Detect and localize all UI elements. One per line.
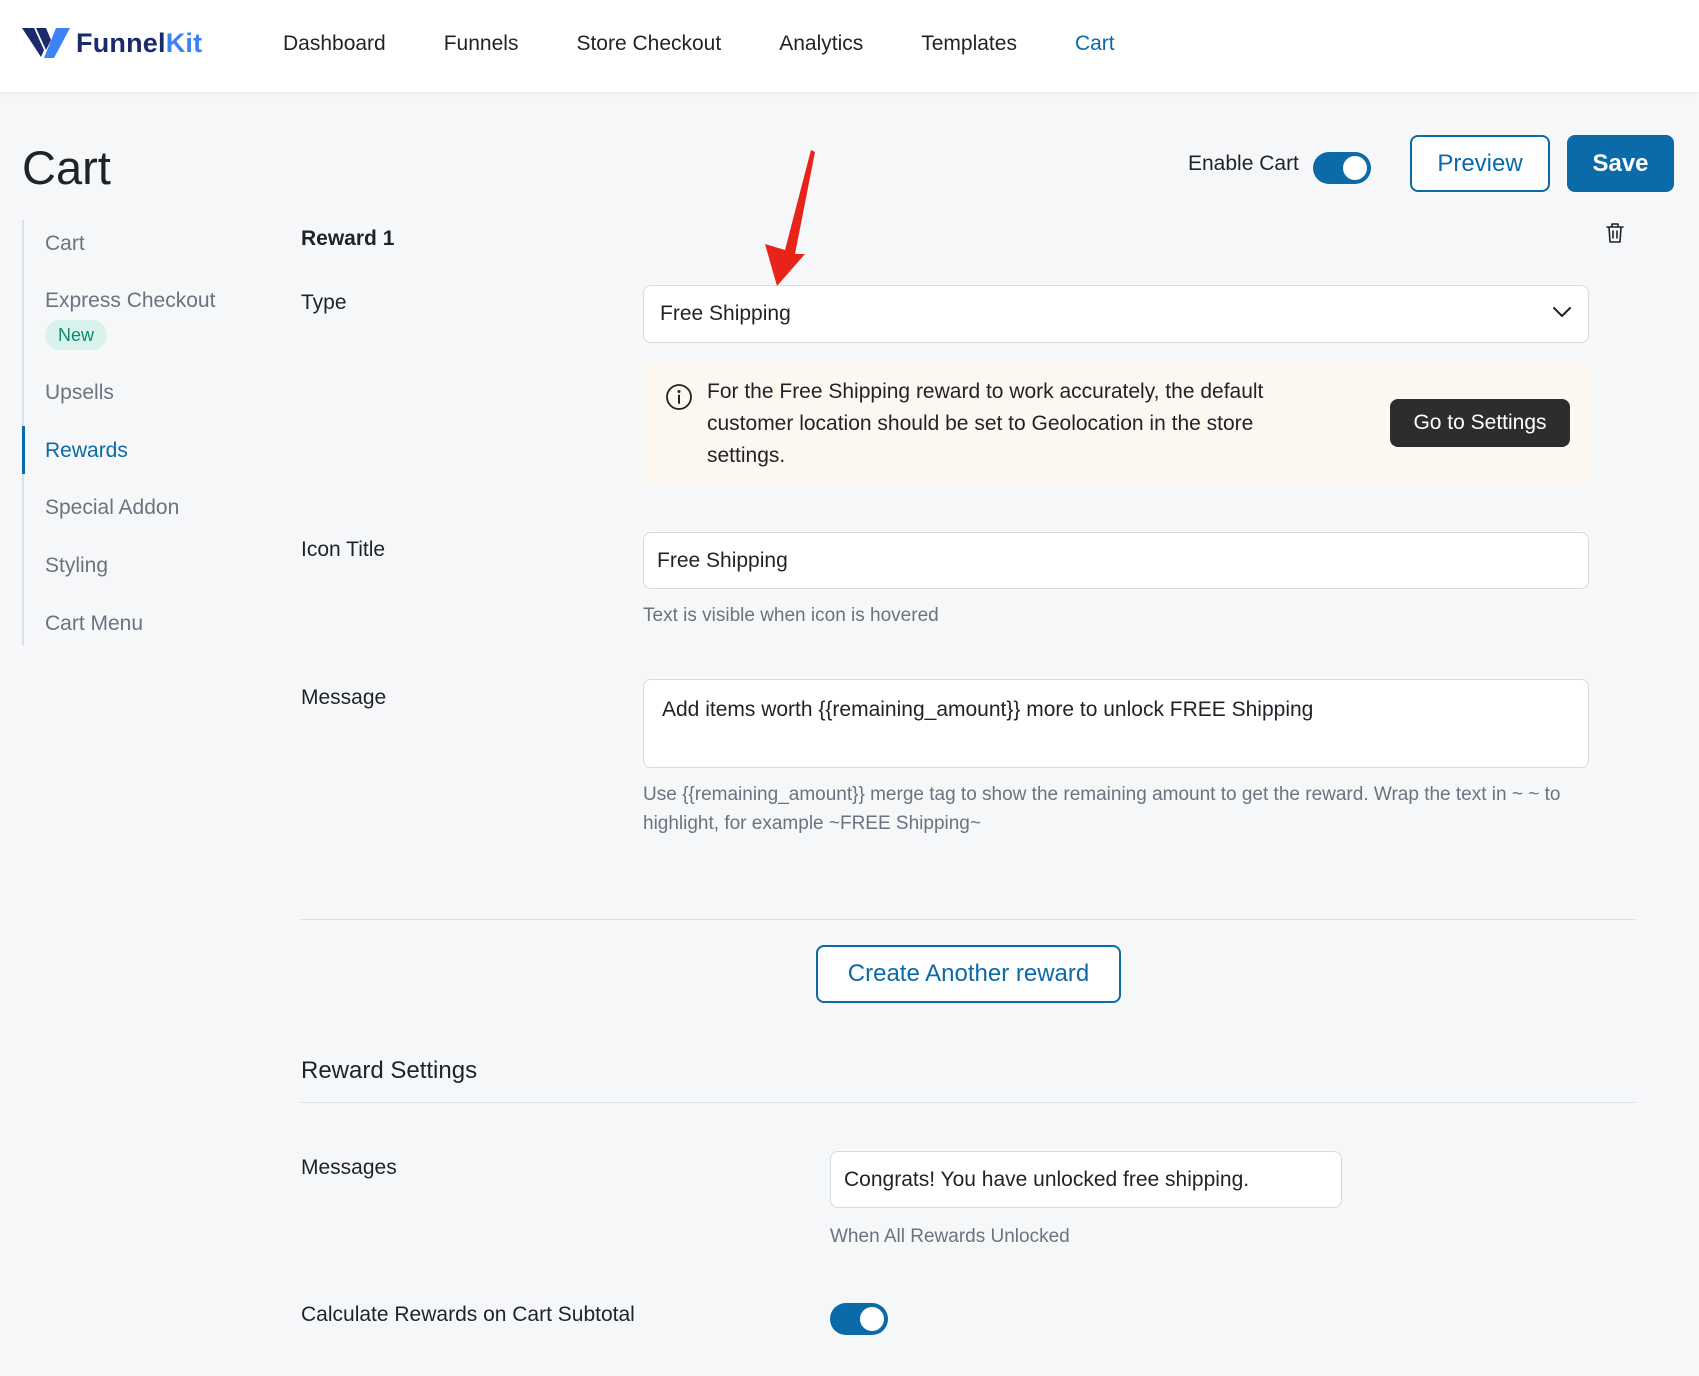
icon-title-label: Icon Title: [301, 538, 386, 561]
sidebar-item-cart-menu[interactable]: Cart Menu: [45, 612, 143, 636]
main-nav: Dashboard Funnels Store Checkout Analyti…: [283, 32, 1173, 56]
sidebar-active-indicator: [22, 426, 25, 474]
free-shipping-notice: For the Free Shipping reward to work acc…: [643, 363, 1589, 484]
nav-dashboard[interactable]: Dashboard: [283, 32, 386, 56]
annotation-arrow: [765, 150, 815, 286]
funnelkit-logo-icon: [22, 28, 70, 58]
message-label: Message: [301, 686, 387, 709]
message-value: Add items worth {{remaining_amount}} mor…: [662, 698, 1314, 721]
subtotal-label: Calculate Rewards on Cart Subtotal: [301, 1303, 635, 1326]
sidebar-item-express-checkout[interactable]: Express Checkout: [45, 289, 215, 313]
funnelkit-logo[interactable]: FunnelKit: [22, 26, 202, 60]
nav-templates[interactable]: Templates: [921, 32, 1017, 56]
messages-value: Congrats! You have unlocked free shippin…: [844, 1167, 1250, 1191]
messages-help: When All Rewards Unlocked: [830, 1226, 1070, 1247]
messages-label: Messages: [301, 1156, 397, 1179]
new-badge: New: [45, 320, 108, 350]
nav-funnels[interactable]: Funnels: [444, 32, 519, 56]
sidebar-item-upsells[interactable]: Upsells: [45, 381, 114, 405]
funnelkit-logo-text: FunnelKit: [76, 27, 203, 58]
save-button[interactable]: Save: [1567, 135, 1674, 192]
toggle-knob: [1343, 156, 1367, 180]
sidebar-item-cart[interactable]: Cart: [45, 232, 85, 256]
section-divider: [301, 1102, 1635, 1103]
reward-heading: Reward 1: [301, 227, 395, 250]
icon-title-input[interactable]: Free Shipping: [643, 532, 1589, 589]
sidebar-item-special-addon[interactable]: Special Addon: [45, 496, 179, 520]
toggle-knob: [860, 1307, 884, 1331]
message-help: Use {{remaining_amount}} merge tag to sh…: [643, 784, 1561, 834]
sidebar-item-styling[interactable]: Styling: [45, 554, 108, 578]
page-title: Cart: [22, 141, 111, 194]
reward-settings-title: Reward Settings: [301, 1057, 478, 1084]
calculate-subtotal-toggle[interactable]: [830, 1303, 888, 1335]
go-to-settings-button[interactable]: Go to Settings: [1390, 399, 1570, 447]
enable-cart-label: Enable Cart: [1188, 152, 1299, 175]
settings-sidebar: Cart Express Checkout New Upsells Reward…: [22, 220, 242, 645]
type-select-value: Free Shipping: [660, 302, 791, 325]
chevron-down-icon: [1553, 307, 1571, 317]
trash-icon[interactable]: [1605, 222, 1625, 244]
messages-input[interactable]: Congrats! You have unlocked free shippin…: [830, 1151, 1342, 1208]
notice-text: For the Free Shipping reward to work acc…: [707, 380, 1264, 467]
icon-title-help: Text is visible when icon is hovered: [643, 605, 939, 626]
top-navigation-bar: FunnelKit Dashboard Funnels Store Checko…: [0, 0, 1699, 92]
type-select[interactable]: Free Shipping: [643, 285, 1589, 343]
preview-button[interactable]: Preview: [1410, 135, 1550, 192]
section-divider: [301, 919, 1635, 920]
create-another-reward-button[interactable]: Create Another reward: [816, 945, 1121, 1003]
nav-cart[interactable]: Cart: [1075, 32, 1115, 56]
nav-store-checkout[interactable]: Store Checkout: [576, 32, 721, 56]
type-label: Type: [301, 291, 347, 314]
message-textarea[interactable]: Add items worth {{remaining_amount}} mor…: [643, 679, 1589, 768]
enable-cart-toggle[interactable]: [1313, 152, 1371, 184]
nav-analytics[interactable]: Analytics: [779, 32, 863, 56]
icon-title-value: Free Shipping: [657, 548, 788, 572]
sidebar-item-rewards[interactable]: Rewards: [45, 439, 128, 463]
info-icon: [666, 384, 692, 410]
